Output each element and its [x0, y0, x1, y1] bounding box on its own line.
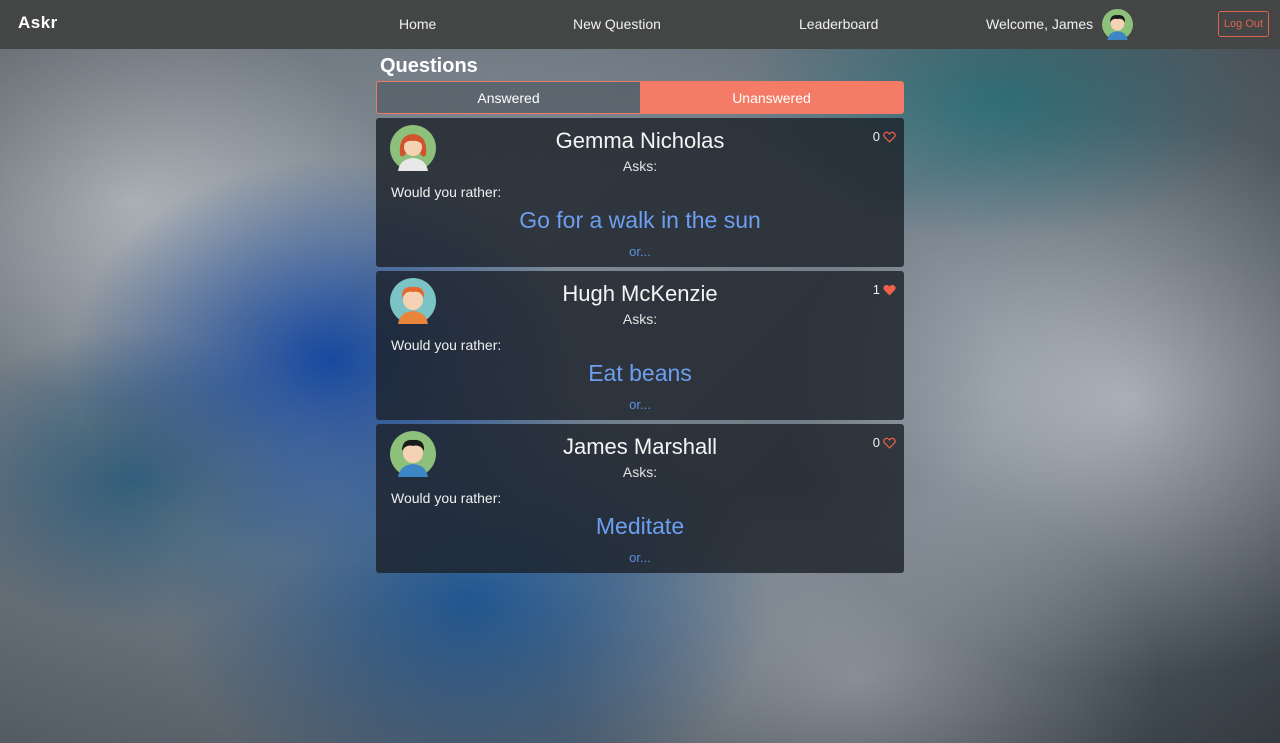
- tab-unanswered[interactable]: Unanswered: [640, 82, 903, 113]
- nav-leaderboard-link[interactable]: Leaderboard: [799, 16, 878, 32]
- question-tabs: Answered Unanswered: [376, 81, 904, 114]
- would-you-rather-label: Would you rather:: [391, 490, 502, 506]
- question-card[interactable]: Hugh McKenzie Asks: 1 Would you rather: …: [376, 271, 904, 420]
- like-button[interactable]: 0: [873, 129, 896, 144]
- question-card[interactable]: James Marshall Asks: 0 Would you rather:…: [376, 424, 904, 573]
- option-link[interactable]: Go for a walk in the sun: [376, 207, 904, 234]
- heart-filled-icon: [883, 284, 896, 295]
- asks-label: Asks:: [622, 311, 658, 327]
- or-label: or...: [629, 550, 651, 565]
- asks-label: Asks:: [622, 464, 658, 480]
- author-name: Gemma Nicholas: [555, 128, 725, 153]
- like-count: 0: [872, 129, 880, 144]
- welcome-text: Welcome, James: [986, 16, 1094, 32]
- or-label: or...: [629, 397, 651, 412]
- option-link[interactable]: Meditate: [376, 513, 904, 540]
- author-name: Hugh McKenzie: [562, 281, 718, 306]
- would-you-rather-label: Would you rather:: [391, 337, 502, 353]
- heart-outline-icon: [883, 131, 896, 143]
- would-you-rather-label: Would you rather:: [391, 184, 502, 200]
- brand-logo[interactable]: Askr: [18, 13, 58, 33]
- asks-label: Asks:: [622, 158, 658, 174]
- tab-answered[interactable]: Answered: [377, 82, 640, 113]
- like-count: 0: [872, 435, 880, 450]
- user-avatar: [1102, 9, 1133, 40]
- navbar: Askr Home New Question Leaderboard Welco…: [0, 0, 1280, 49]
- like-button[interactable]: 1: [873, 282, 896, 297]
- like-button[interactable]: 0: [873, 435, 896, 450]
- nav-home-link[interactable]: Home: [399, 16, 436, 32]
- or-label: or...: [629, 244, 651, 259]
- nav-new-question-link[interactable]: New Question: [573, 16, 661, 32]
- author-name: James Marshall: [562, 434, 718, 459]
- question-card[interactable]: Gemma Nicholas Asks: 0 Would you rather:…: [376, 118, 904, 267]
- option-link[interactable]: Eat beans: [376, 360, 904, 387]
- page-title: Questions: [380, 55, 478, 77]
- heart-outline-icon: [883, 437, 896, 449]
- like-count: 1: [872, 282, 880, 297]
- logout-button[interactable]: Log Out: [1218, 11, 1269, 37]
